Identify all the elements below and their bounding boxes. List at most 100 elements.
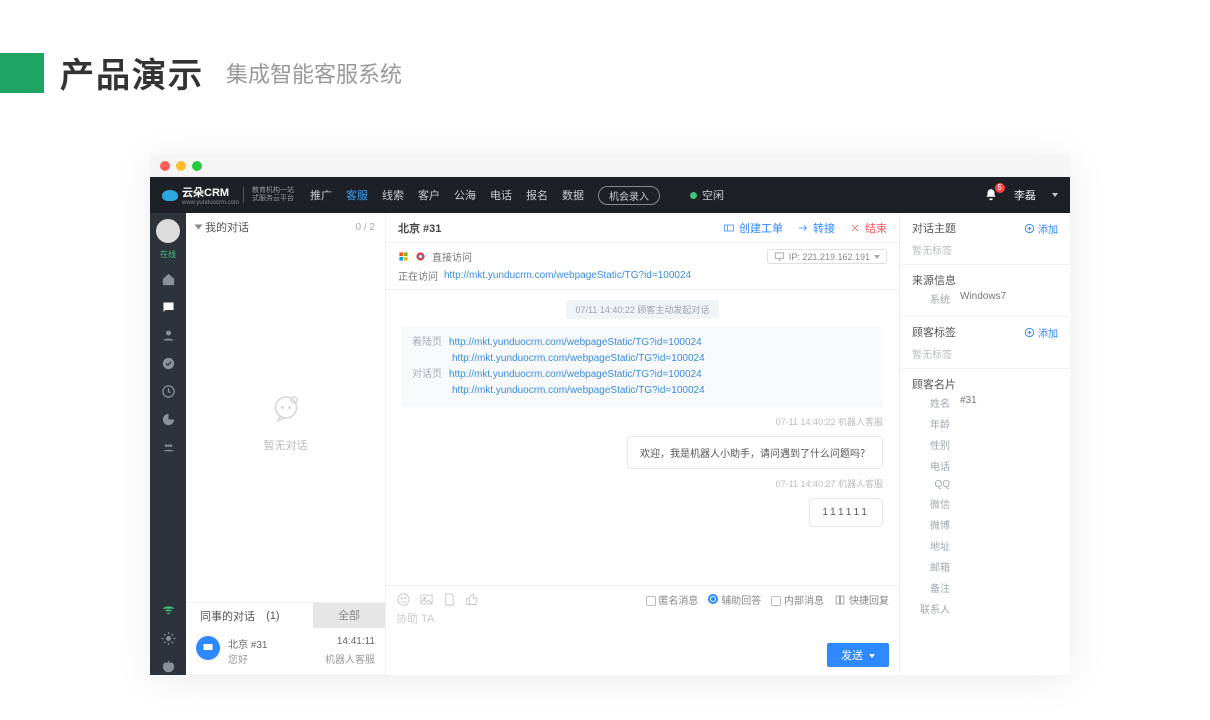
- file-icon[interactable]: [442, 592, 457, 607]
- conv-name: 北京 #31: [228, 636, 267, 651]
- close-icon: [849, 222, 861, 234]
- nav-tab-service[interactable]: 客服: [346, 187, 368, 203]
- landing-url-2[interactable]: http://mkt.yunduocrm.com/webpageStatic/T…: [452, 353, 705, 364]
- conv-msg: 您好: [228, 651, 248, 666]
- logo-subtext: www.yunduocrm.com: [182, 200, 239, 206]
- chevron-down-icon: [874, 255, 880, 259]
- landing-label: 着陆页: [412, 337, 442, 348]
- nav-tab-customers[interactable]: 客户: [418, 187, 440, 203]
- internal-checkbox[interactable]: [771, 596, 781, 606]
- rail-power-icon[interactable]: [159, 657, 177, 675]
- talk-url-1[interactable]: http://mkt.yunduocrm.com/webpageStatic/T…: [449, 369, 702, 380]
- talk-label: 对话页: [412, 369, 442, 380]
- nav-tab-data[interactable]: 数据: [562, 187, 584, 203]
- visiting-label: 正在访问: [398, 268, 438, 283]
- chat-header: 北京 #31 创建工单 转接 结束: [386, 213, 899, 243]
- emoji-icon[interactable]: [396, 592, 411, 607]
- nav-tab-sea[interactable]: 公海: [454, 187, 476, 203]
- cust-tag-title: 顾客标签: [912, 324, 956, 340]
- talk-url-2[interactable]: http://mkt.yunduocrm.com/webpageStatic/T…: [452, 385, 705, 396]
- my-conversations-label: 我的对话: [205, 219, 249, 235]
- anon-checkbox[interactable]: [646, 596, 656, 606]
- plus-circle-icon: [1024, 223, 1035, 234]
- rail-check-icon[interactable]: [159, 354, 177, 372]
- status-dot-icon: [690, 192, 697, 199]
- colleague-conv-label: 同事的对话: [200, 608, 255, 624]
- agent-avatar[interactable]: [156, 219, 180, 243]
- nav-tab-signup[interactable]: 报名: [526, 187, 548, 203]
- top-nav: 云朵CRM www.yunduocrm.com 教育机构一站式服务云平台 推广 …: [150, 177, 1070, 213]
- record-opportunity-button[interactable]: 机会录入: [598, 186, 660, 205]
- ip-pill[interactable]: IP: 221.219.162.191: [767, 249, 887, 264]
- card-name-val[interactable]: #31: [960, 395, 977, 410]
- rail-history-icon[interactable]: [159, 382, 177, 400]
- slide-title: 产品演示: [60, 48, 204, 97]
- card-title: 顾客名片: [912, 376, 956, 392]
- nav-tabs: 推广 客服 线索 客户 公海 电话 报名 数据: [310, 187, 584, 203]
- my-conversations-count: 0 / 2: [356, 222, 375, 233]
- source-title: 来源信息: [912, 272, 956, 288]
- visiting-url[interactable]: http://mkt.yunducrm.com/webpageStatic/TG…: [444, 270, 691, 281]
- filter-all-button[interactable]: 全部: [313, 603, 385, 628]
- side-rail: 在线: [150, 213, 186, 675]
- chevron-down-icon[interactable]: [1052, 193, 1058, 197]
- thumbs-up-icon[interactable]: [465, 592, 480, 607]
- landing-url-1[interactable]: http://mkt.yunduocrm.com/webpageStatic/T…: [449, 337, 702, 348]
- system-val: Windows7: [960, 291, 1006, 306]
- conversation-item[interactable]: 北京 #3114:41:11 您好机器人客服: [186, 628, 385, 675]
- chat-panel: 北京 #31 创建工单 转接 结束 直接访问 IP: 221.219.162.1…: [386, 213, 900, 675]
- slide-title-row: 产品演示 集成智能客服系统: [0, 0, 1210, 97]
- topic-title: 对话主题: [912, 220, 956, 236]
- colleague-conversations-header[interactable]: 同事的对话 (1) 全部: [186, 602, 385, 628]
- title-accent-bar: [0, 53, 44, 93]
- create-ticket-button[interactable]: 创建工单: [723, 220, 783, 236]
- traffic-close-icon[interactable]: [160, 161, 170, 171]
- chat-meta: 直接访问 IP: 221.219.162.191 正在访问 http://mkt…: [386, 243, 899, 290]
- rail-gear-icon[interactable]: [159, 629, 177, 647]
- chevron-down-icon: [195, 225, 203, 230]
- my-conversations-header[interactable]: 我的对话 0 / 2: [186, 213, 385, 241]
- current-user-name[interactable]: 李磊: [1014, 187, 1036, 203]
- msg-timestamp-1: 07-11 14:40:22 机器人客服: [776, 415, 883, 428]
- notifications-button[interactable]: 5: [984, 188, 998, 202]
- rail-chat-icon[interactable]: [159, 298, 177, 316]
- access-type: 直接访问: [432, 249, 472, 264]
- rail-person-icon[interactable]: [159, 326, 177, 344]
- conversation-list-panel: 我的对话 0 / 2 暂无对话 同事的对话 (1) 全部 北京 #31 14:41…: [186, 213, 386, 675]
- status-text[interactable]: 空闲: [702, 187, 724, 203]
- rail-group-icon[interactable]: [159, 438, 177, 456]
- chat-title: 北京 #31: [398, 220, 441, 236]
- rail-wifi-icon[interactable]: [159, 601, 177, 619]
- transfer-button[interactable]: 转接: [797, 220, 835, 236]
- window-traffic-lights: [150, 155, 1070, 177]
- add-tag-button[interactable]: 添加: [1024, 325, 1058, 340]
- send-button[interactable]: 发送: [827, 643, 889, 667]
- logo-tagline: 教育机构一站式服务云平台: [243, 187, 294, 203]
- colleague-conv-count: (1): [266, 610, 279, 622]
- rail-home-icon[interactable]: [159, 270, 177, 288]
- chrome-icon: [415, 251, 426, 262]
- chat-bubble-2: 111111: [809, 498, 883, 527]
- agent-status: 在线: [160, 249, 176, 260]
- image-icon[interactable]: [419, 592, 434, 607]
- assist-radio[interactable]: [708, 594, 718, 604]
- info-panel: 对话主题 添加 暂无标签 来源信息 系统Windows7 顾客标签 添加 暂无标…: [900, 213, 1070, 675]
- nav-tab-leads[interactable]: 线索: [382, 187, 404, 203]
- chevron-down-icon[interactable]: [869, 654, 875, 658]
- add-topic-button[interactable]: 添加: [1024, 221, 1058, 236]
- nav-tab-phone[interactable]: 电话: [490, 187, 512, 203]
- app-window: 云朵CRM www.yunduocrm.com 教育机构一站式服务云平台 推广 …: [150, 155, 1070, 675]
- logo-text: 云朵CRM: [182, 184, 239, 200]
- slide-subtitle: 集成智能客服系统: [226, 57, 402, 89]
- nav-tab-promo[interactable]: 推广: [310, 187, 332, 203]
- traffic-zoom-icon[interactable]: [192, 161, 202, 171]
- notif-badge: 5: [995, 183, 1005, 193]
- empty-conversations: 暂无对话: [186, 241, 385, 602]
- rail-pie-icon[interactable]: [159, 410, 177, 428]
- transfer-icon: [797, 222, 809, 234]
- end-button[interactable]: 结束: [849, 220, 887, 236]
- quick-reply-button[interactable]: 快捷回复: [834, 592, 889, 607]
- traffic-minimize-icon[interactable]: [176, 161, 186, 171]
- conv-time: 14:41:11: [337, 636, 375, 651]
- message-input[interactable]: [396, 607, 889, 643]
